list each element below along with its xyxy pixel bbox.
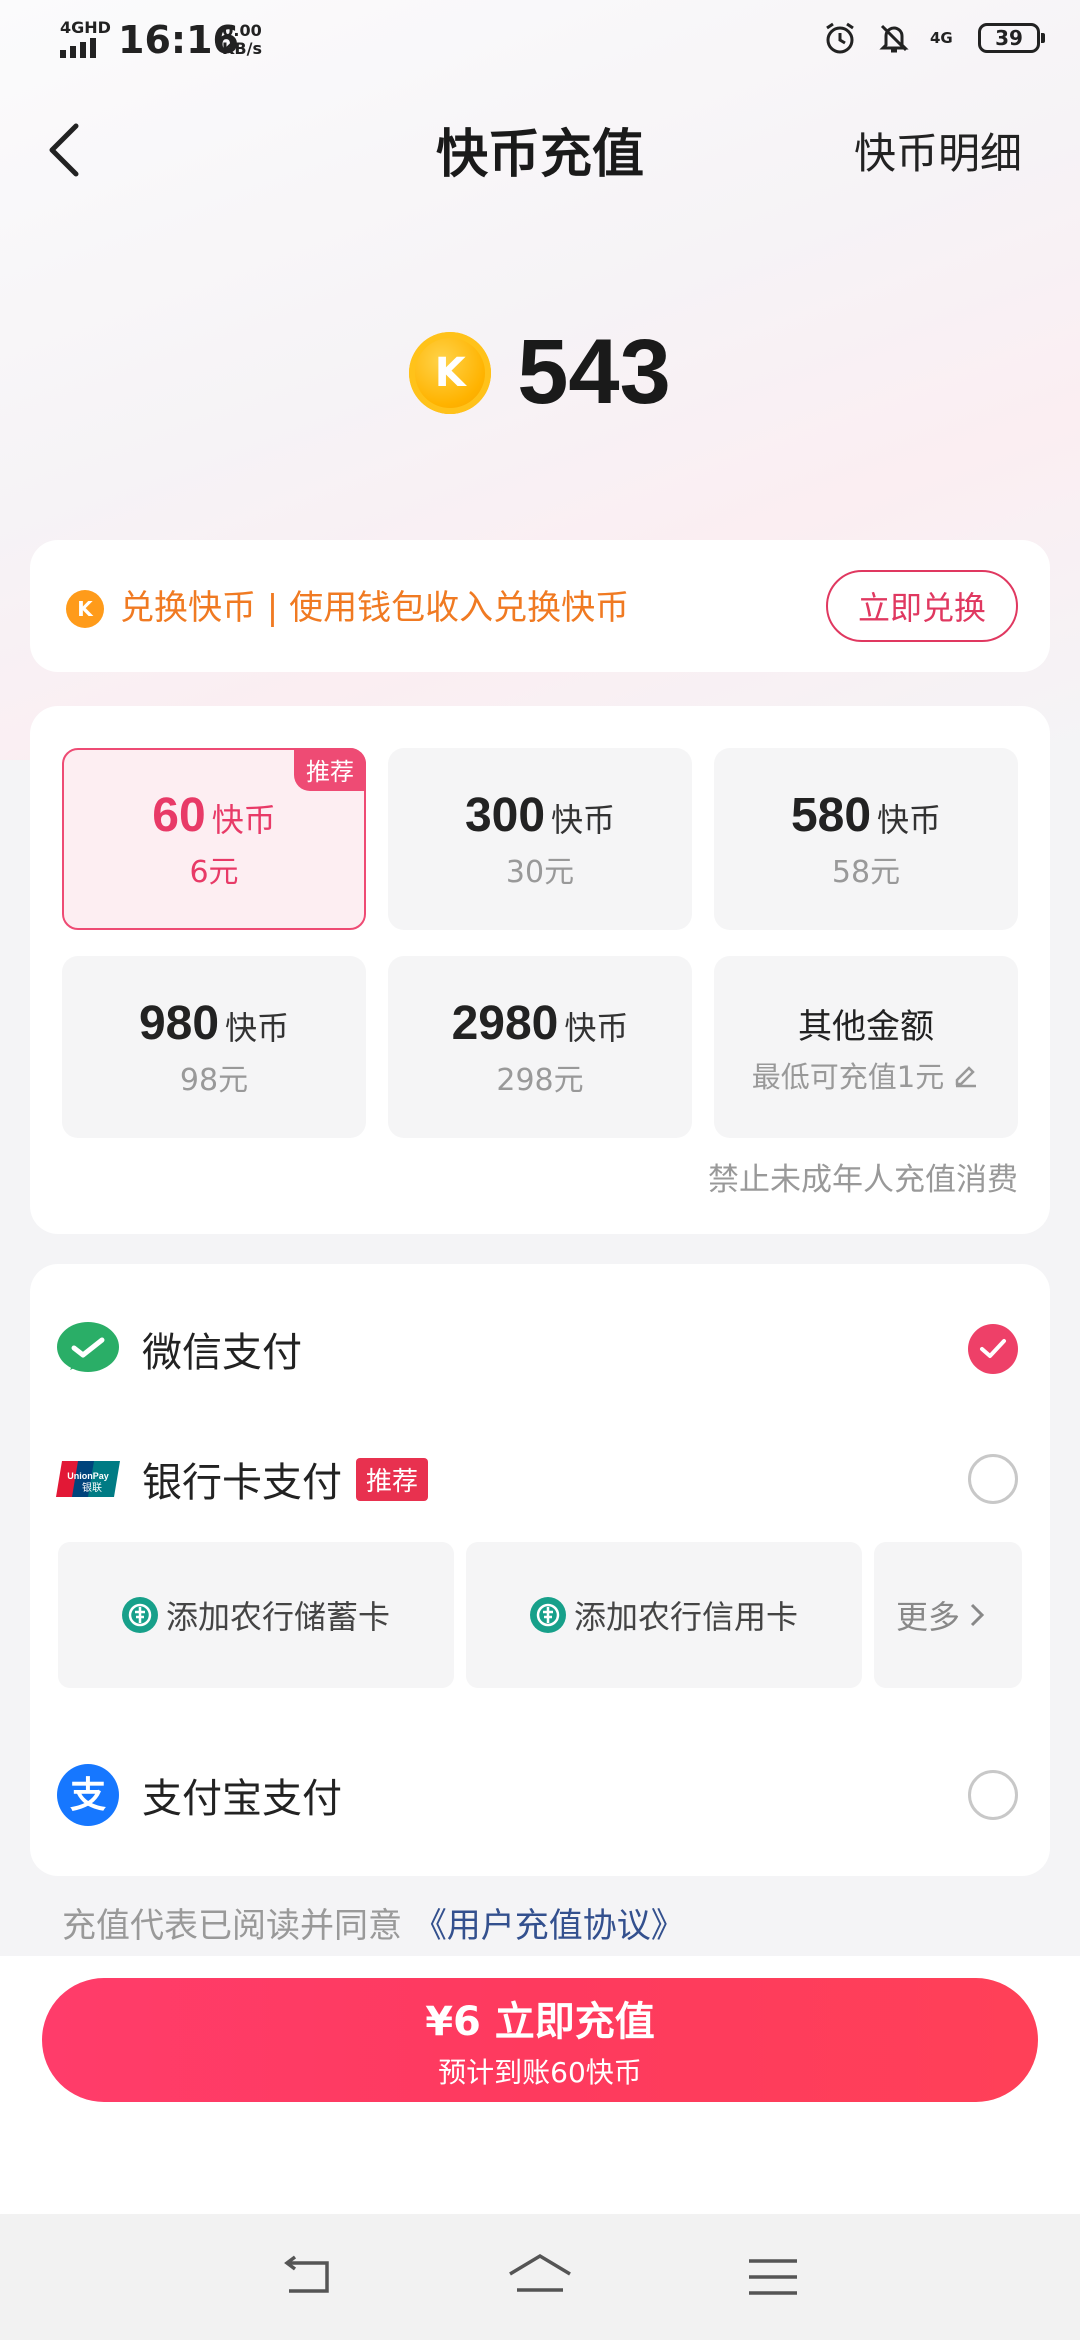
abc-bank-icon	[529, 1597, 566, 1633]
package-option-other[interactable]: 其他金额 最低可充值1元	[714, 956, 1018, 1138]
package-option-980[interactable]: 980 快币 98元	[62, 956, 366, 1138]
coin-detail-link[interactable]: 快币明细	[854, 120, 1022, 181]
menu-icon	[749, 2259, 798, 2295]
unionpay-icon: UnionPay 银联	[56, 1447, 120, 1511]
bottom-action-area: ¥6 立即充值 预计到账60快币	[0, 1956, 1080, 2214]
payment-methods: 微信支付 UnionPay 银联 银行卡支付 推荐 添加农行储蓄卡 添加农行信用卡	[30, 1264, 1050, 1876]
mute-bell-icon	[876, 20, 912, 56]
edit-pencil-icon	[955, 1065, 977, 1087]
wechat-pay-option[interactable]: 微信支付	[30, 1304, 1050, 1394]
bank-card-pay-radio[interactable]	[968, 1454, 1018, 1504]
wechat-icon	[56, 1317, 120, 1381]
package-option-300[interactable]: 300 快币 30元	[388, 748, 692, 930]
recommend-badge: 推荐	[356, 1457, 429, 1501]
svg-text:UnionPay: UnionPay	[67, 1471, 109, 1481]
add-abc-credit-card-button[interactable]: 添加农行信用卡	[466, 1542, 862, 1688]
return-icon	[283, 2255, 329, 2293]
alarm-icon	[822, 20, 858, 56]
status-bar: 4GHD 16:16 0.00 KB/s 4G 39	[0, 0, 1080, 80]
home-icon	[509, 2253, 571, 2292]
minor-warning: 禁止未成年人充值消费	[708, 1162, 1018, 1198]
exchange-card: K 兑换快币 | 使用钱包收入兑换快币 立即兑换	[30, 540, 1050, 672]
nav-back-button[interactable]	[267, 2237, 347, 2317]
mobile-data-indicator: 4G	[930, 29, 953, 47]
system-navigation-bar	[0, 2214, 1080, 2340]
bank-card-pay-option[interactable]: UnionPay 银联 银行卡支付 推荐	[30, 1434, 1050, 1524]
clock: 16:16	[118, 18, 239, 62]
add-abc-debit-card-button[interactable]: 添加农行储蓄卡	[58, 1542, 454, 1688]
check-icon	[980, 1339, 1006, 1358]
svg-text:银联: 银联	[82, 1481, 102, 1494]
package-option-60[interactable]: 推荐 60 快币 6元	[62, 748, 366, 930]
recommend-badge: 推荐	[294, 748, 366, 791]
recharge-agreement-link[interactable]: 《用户充值协议》	[413, 1906, 685, 1946]
package-option-2980[interactable]: 2980 快币 298元	[388, 956, 692, 1138]
chevron-right-icon	[970, 1603, 985, 1627]
wechat-pay-radio[interactable]	[968, 1324, 1018, 1374]
coin-balance: K 543	[0, 320, 1080, 425]
more-cards-button[interactable]: 更多	[874, 1542, 1022, 1688]
exchange-text: 兑换快币 | 使用钱包收入兑换快币	[120, 588, 630, 628]
net-speed: 0.00 KB/s	[222, 21, 262, 58]
alipay-icon: 支	[56, 1763, 120, 1827]
agreement-text: 充值代表已阅读并同意 《用户充值协议》	[62, 1906, 685, 1946]
alipay-radio[interactable]	[968, 1770, 1018, 1820]
coin-icon: K	[409, 331, 492, 414]
signal-bars-icon	[60, 38, 96, 58]
balance-amount: 543	[517, 321, 671, 423]
bank-card-shortcuts: 添加农行储蓄卡 添加农行信用卡 更多	[58, 1542, 1022, 1688]
package-option-580[interactable]: 580 快币 58元	[714, 748, 1018, 930]
exchange-now-button[interactable]: 立即兑换	[826, 570, 1018, 642]
svg-text:支: 支	[70, 1775, 106, 1816]
coin-icon: K	[66, 590, 104, 628]
network-type: 4GHD	[60, 18, 111, 37]
recharge-packages: 推荐 60 快币 6元 300 快币 30元 580 快币 58元 980 快币…	[30, 706, 1050, 1234]
alipay-option[interactable]: 支 支付宝支付	[30, 1750, 1050, 1840]
abc-bank-icon	[121, 1597, 158, 1633]
nav-menu-button[interactable]	[733, 2237, 813, 2317]
battery-icon: 39	[978, 23, 1045, 53]
nav-home-button[interactable]	[500, 2237, 580, 2317]
recharge-now-button[interactable]: ¥6 立即充值 预计到账60快币	[42, 1978, 1038, 2102]
